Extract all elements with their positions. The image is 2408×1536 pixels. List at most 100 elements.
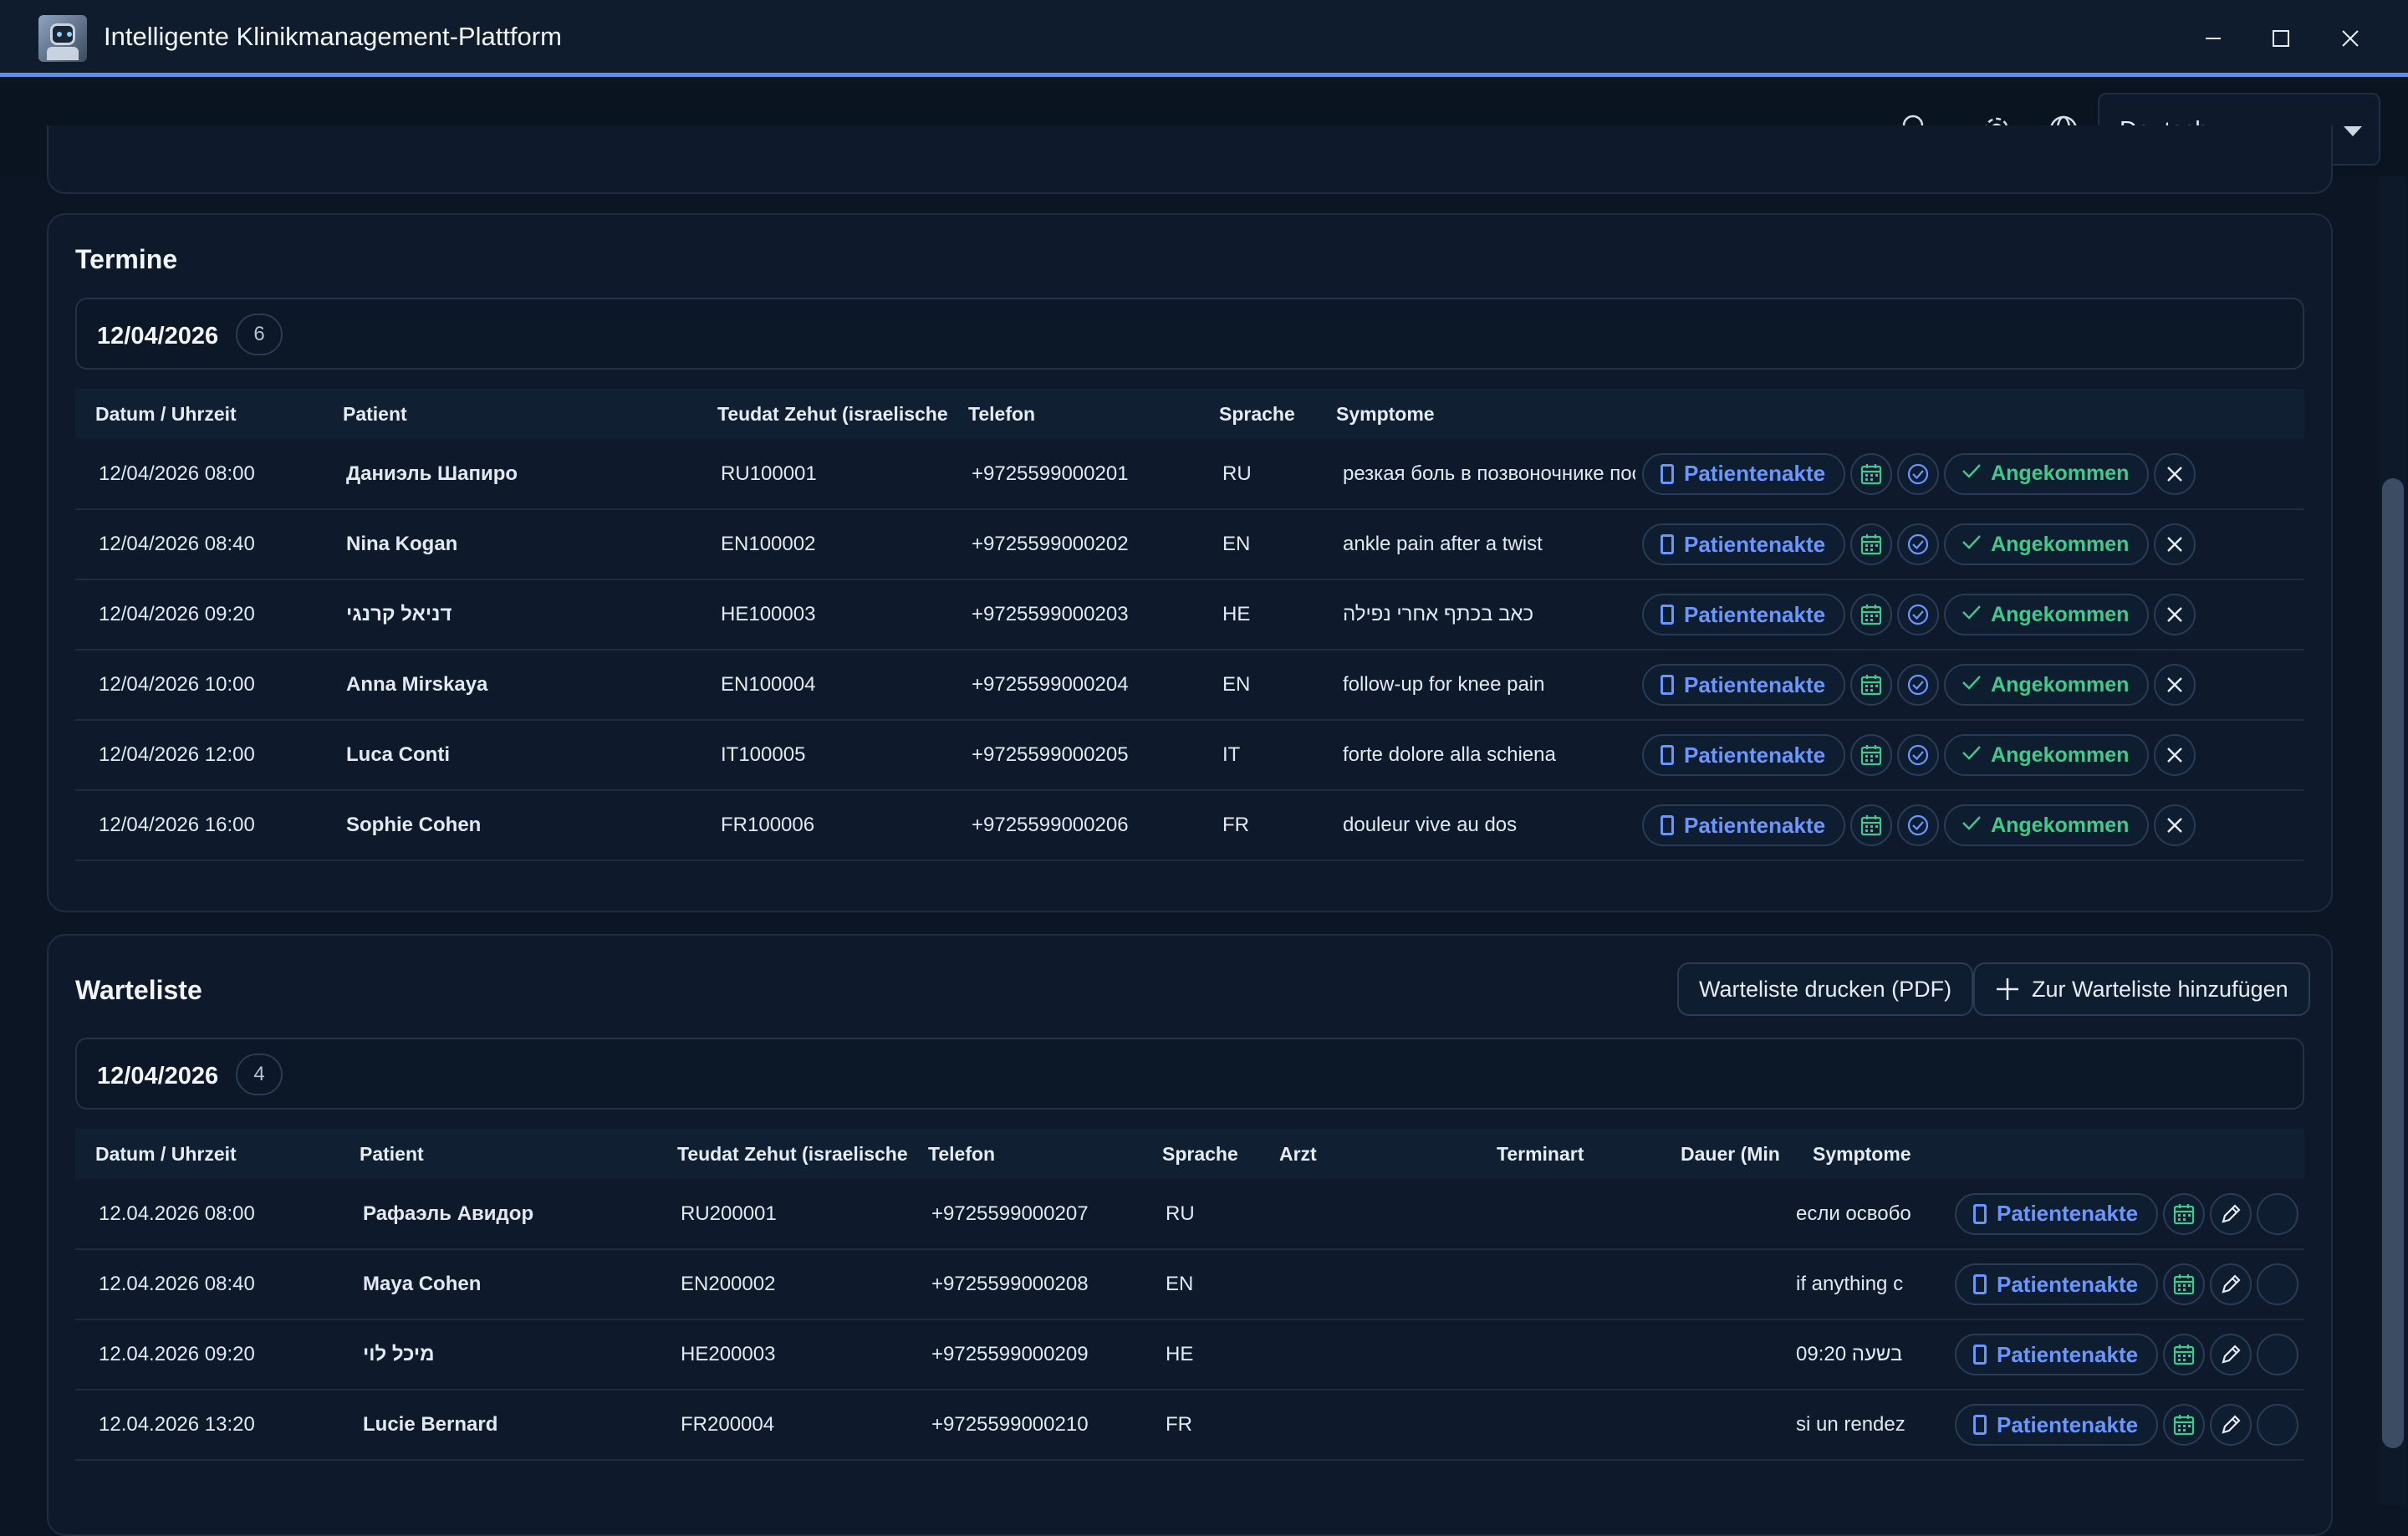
patient-record-button[interactable]: Patientenakte bbox=[1642, 594, 1846, 635]
appointments-date-group[interactable]: 12/04/2026 6 bbox=[75, 298, 2304, 370]
add-to-waitlist-button[interactable]: Zur Warteliste hinzufügen bbox=[1973, 962, 2310, 1016]
cell-language: EN bbox=[1142, 1249, 1259, 1320]
confirm-check-icon[interactable] bbox=[1897, 664, 1940, 706]
cancel-x-icon[interactable] bbox=[2154, 734, 2196, 776]
calendar-icon[interactable] bbox=[1850, 452, 1893, 495]
patient-record-button[interactable]: Patientenakte bbox=[1642, 804, 1846, 846]
cell-duration bbox=[1661, 1179, 1793, 1250]
cell-phone: +9725599000205 bbox=[948, 720, 1199, 791]
col-phone[interactable]: Telefon bbox=[908, 1129, 1142, 1179]
cell-teudat-zehut: HE100003 bbox=[697, 579, 948, 651]
cancel-x-icon[interactable] bbox=[2154, 594, 2196, 635]
calendar-icon[interactable] bbox=[1850, 523, 1893, 565]
cell-datetime: 12.04.2026 09:20 bbox=[75, 1319, 339, 1391]
calendar-icon[interactable] bbox=[1850, 734, 1893, 776]
edit-pencil-icon[interactable] bbox=[2210, 1192, 2252, 1235]
col-language[interactable]: Sprache bbox=[1142, 1129, 1259, 1179]
cell-appointment-type bbox=[1477, 1249, 1661, 1320]
col-phone[interactable]: Telefon bbox=[948, 389, 1199, 439]
cell-phone: +9725599000201 bbox=[948, 439, 1199, 510]
table-row[interactable]: 12/04/2026 16:00 Sophie Cohen FR100006 +972… bbox=[75, 790, 2304, 861]
cell-phone: +9725599000206 bbox=[948, 790, 1199, 861]
print-waitlist-button[interactable]: Warteliste drucken (PDF) bbox=[1677, 962, 1974, 1016]
calendar-icon[interactable] bbox=[2163, 1334, 2206, 1375]
cell-phone: +9725599000204 bbox=[948, 650, 1199, 721]
cell-patient: Luca Conti bbox=[323, 720, 697, 791]
table-row[interactable]: 12.04.2026 08:00 Рафаэль Авидор RU200001 +9… bbox=[75, 1179, 2304, 1250]
edit-pencil-icon[interactable] bbox=[2210, 1404, 2252, 1446]
arrived-button[interactable]: Angekommen bbox=[1944, 734, 2150, 776]
cell-actions: Patientenakte Angekommen bbox=[1635, 439, 2304, 510]
col-symptoms[interactable]: Symptome bbox=[1316, 389, 1635, 439]
scrollbar-thumb[interactable] bbox=[2382, 478, 2404, 1448]
calendar-icon[interactable] bbox=[2163, 1263, 2206, 1305]
col-patient[interactable]: Patient bbox=[339, 1129, 657, 1179]
confirm-check-icon[interactable] bbox=[1897, 594, 1940, 635]
close-icon[interactable] bbox=[2330, 18, 2370, 59]
calendar-icon[interactable] bbox=[2163, 1404, 2206, 1446]
cancel-x-icon[interactable] bbox=[2154, 452, 2196, 495]
calendar-icon[interactable] bbox=[1850, 664, 1893, 706]
cell-datetime: 12/04/2026 12:00 bbox=[75, 720, 323, 791]
col-patient[interactable]: Patient bbox=[323, 389, 697, 439]
patient-record-button[interactable]: Patientenakte bbox=[1642, 523, 1846, 565]
calendar-icon[interactable] bbox=[1850, 804, 1893, 846]
arrived-button[interactable]: Angekommen bbox=[1944, 452, 2150, 495]
confirm-check-icon[interactable] bbox=[1897, 734, 1940, 776]
confirm-check-icon[interactable] bbox=[1897, 804, 1940, 846]
confirm-check-icon[interactable] bbox=[1897, 452, 1940, 495]
col-language[interactable]: Sprache bbox=[1199, 389, 1316, 439]
patient-record-button[interactable]: Patientenakte bbox=[1955, 1404, 2159, 1446]
calendar-icon[interactable] bbox=[2163, 1192, 2206, 1235]
calendar-icon[interactable] bbox=[1850, 594, 1893, 635]
col-datetime[interactable]: Datum / Uhrzeit bbox=[75, 1129, 339, 1179]
cell-symptoms: forte dolore alla schiena bbox=[1316, 720, 1635, 791]
table-row[interactable]: 12.04.2026 08:40 Maya Cohen EN200002 +97255… bbox=[75, 1249, 2304, 1320]
cell-actions: Patientenakte Angekommen bbox=[1635, 720, 2304, 791]
patient-record-button[interactable]: Patientenakte bbox=[1955, 1263, 2159, 1305]
patient-record-label: Patientenakte bbox=[1997, 1201, 2139, 1226]
patient-record-button[interactable]: Patientenakte bbox=[1955, 1192, 2159, 1235]
arrived-button[interactable]: Angekommen bbox=[1944, 523, 2150, 565]
col-datetime[interactable]: Datum / Uhrzeit bbox=[75, 389, 323, 439]
table-row[interactable]: 12/04/2026 08:40 Nina Kogan EN100002 +97255… bbox=[75, 509, 2304, 580]
edit-pencil-icon[interactable] bbox=[2210, 1263, 2252, 1305]
minimize-icon[interactable] bbox=[2193, 18, 2233, 59]
more-icon[interactable] bbox=[2257, 1192, 2299, 1235]
patient-record-button[interactable]: Patientenakte bbox=[1642, 734, 1846, 776]
cancel-x-icon[interactable] bbox=[2154, 664, 2196, 706]
arrived-button[interactable]: Angekommen bbox=[1944, 664, 2150, 706]
patient-record-button[interactable]: Patientenakte bbox=[1642, 452, 1846, 495]
cell-patient: Lucie Bernard bbox=[339, 1390, 657, 1461]
col-appointment-type[interactable]: Terminart bbox=[1477, 1129, 1661, 1179]
arrived-button[interactable]: Angekommen bbox=[1944, 594, 2150, 635]
patient-record-button[interactable]: Patientenakte bbox=[1955, 1334, 2159, 1375]
table-row[interactable]: 12/04/2026 10:00 Anna Mirskaya EN100004 +97… bbox=[75, 650, 2304, 721]
col-teudat-zehut[interactable]: Teudat Zehut (israelische bbox=[697, 389, 948, 439]
waitlist-date-group[interactable]: 12/04/2026 4 bbox=[75, 1038, 2304, 1110]
patient-record-label: Patientenakte bbox=[1997, 1411, 2139, 1437]
more-icon[interactable] bbox=[2257, 1404, 2299, 1446]
maximize-icon[interactable] bbox=[2261, 18, 2301, 59]
patient-record-button[interactable]: Patientenakte bbox=[1642, 664, 1846, 706]
cell-symptoms: ankle pain after a twist bbox=[1316, 509, 1635, 580]
table-row[interactable]: 12/04/2026 12:00 Luca Conti IT100005 +97255… bbox=[75, 720, 2304, 791]
col-symptoms[interactable]: Symptome bbox=[1793, 1129, 1948, 1179]
table-row[interactable]: 12.04.2026 09:20 מיכל לוי HE200003 +9725599… bbox=[75, 1319, 2304, 1391]
col-duration[interactable]: Dauer (Min bbox=[1661, 1129, 1793, 1179]
col-doctor[interactable]: Arzt bbox=[1259, 1129, 1477, 1179]
cell-duration bbox=[1661, 1319, 1793, 1391]
table-row[interactable]: 12/04/2026 09:20 דניאל קרנגי HE100003 +9725… bbox=[75, 579, 2304, 651]
cell-doctor bbox=[1259, 1179, 1477, 1250]
cancel-x-icon[interactable] bbox=[2154, 804, 2196, 846]
arrived-button[interactable]: Angekommen bbox=[1944, 804, 2150, 846]
cell-datetime: 12.04.2026 08:00 bbox=[75, 1179, 339, 1250]
more-icon[interactable] bbox=[2257, 1263, 2299, 1305]
table-row[interactable]: 12/04/2026 08:00 Даниэль Шапиро RU100001 +9… bbox=[75, 439, 2304, 510]
more-icon[interactable] bbox=[2257, 1334, 2299, 1375]
table-row[interactable]: 12.04.2026 13:20 Lucie Bernard FR200004 +97… bbox=[75, 1390, 2304, 1461]
edit-pencil-icon[interactable] bbox=[2210, 1334, 2252, 1375]
cancel-x-icon[interactable] bbox=[2154, 523, 2196, 565]
col-teudat-zehut[interactable]: Teudat Zehut (israelische bbox=[657, 1129, 908, 1179]
confirm-check-icon[interactable] bbox=[1897, 523, 1940, 565]
